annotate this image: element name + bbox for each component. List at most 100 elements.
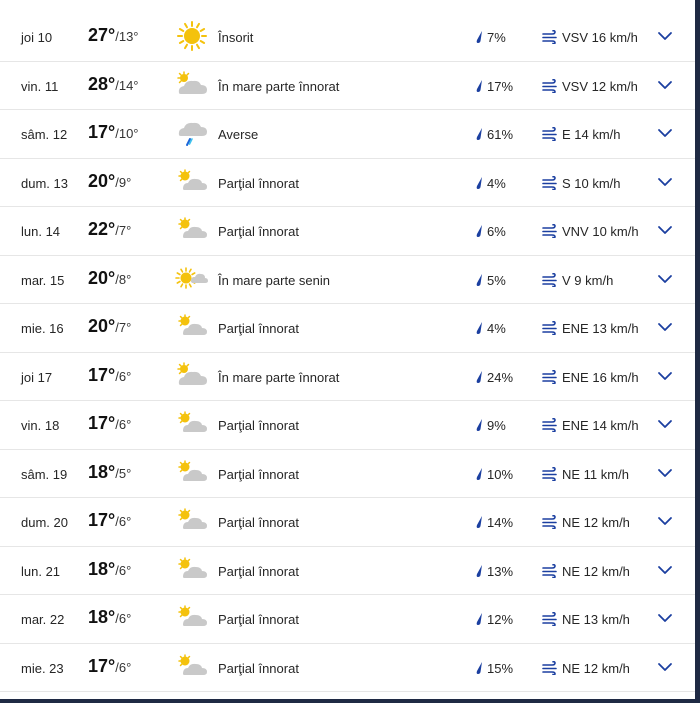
condition-label: În mare parte înnorat	[218, 78, 340, 94]
window-frame-bottom	[0, 699, 700, 703]
high-temp: 17°	[88, 413, 116, 433]
temperature: 17°/6°	[88, 656, 131, 677]
chevron-down-icon[interactable]	[657, 224, 673, 236]
high-temp: 18°	[88, 558, 116, 579]
chevron-down-icon[interactable]	[657, 370, 673, 382]
high-temp: 20°	[88, 316, 116, 336]
forecast-row[interactable]: mie. 23 17°/6° Parţial înnorat 15% NE 12…	[0, 644, 695, 692]
chevron-down-icon[interactable]	[657, 321, 673, 333]
wind-icon	[542, 78, 557, 93]
low-temp: /6°	[115, 368, 132, 384]
precipitation-chance: 4%	[487, 321, 506, 336]
condition-label: Averse	[218, 127, 259, 142]
wind-icon	[542, 127, 557, 141]
condition-label: În mare parte înnorat	[218, 369, 340, 385]
forecast-row[interactable]: lun. 21 18°/6° Parţial înnorat 13% NE 12…	[0, 547, 695, 595]
high-temp: 18°	[88, 607, 116, 627]
forecast-row[interactable]: lun. 14 22°/7° Parţial înnorat 6% VNV 10…	[0, 207, 695, 256]
chevron-down-icon[interactable]	[657, 564, 673, 576]
raindrop-icon	[476, 273, 482, 286]
forecast-row[interactable]: mie. 16 20°/7° Parţial înnorat 4% ENE 13…	[0, 304, 695, 353]
high-temp: 28°	[88, 73, 116, 94]
wind-speed: NE 12 km/h	[562, 515, 630, 530]
day-label: dum. 20	[21, 515, 68, 530]
wind-speed: NE 12 km/h	[562, 563, 630, 579]
forecast-row[interactable]: sâm. 19 18°/5° Parţial înnorat 10% NE 11…	[0, 450, 695, 498]
low-temp: /6°	[115, 514, 132, 529]
temperature: 28°/14°	[88, 74, 139, 95]
raindrop-icon	[476, 419, 482, 431]
day-label: vin. 18	[21, 418, 60, 433]
partly-cloudy-icon	[175, 505, 209, 537]
forecast-row[interactable]: joi 17 17°/6° În mare parte înnorat 24% …	[0, 353, 695, 401]
raindrop-icon	[476, 467, 482, 480]
condition-label: Parţial înnorat	[218, 515, 299, 530]
raindrop-icon	[476, 613, 482, 625]
forecast-row[interactable]: mar. 15 20°/8° În mare parte senin 5% V …	[0, 256, 695, 304]
temperature: 17°/6°	[88, 413, 131, 434]
forecast-row[interactable]: dum. 20 17°/6° Parţial înnorat 14% NE 12…	[0, 498, 695, 547]
daily-forecast-list: joi 10 27°/13° Însorit 7% VSV 16 km/h vi…	[0, 13, 695, 692]
condition-label: Parţial înnorat	[218, 563, 299, 579]
chevron-down-icon[interactable]	[657, 418, 673, 430]
chevron-down-icon[interactable]	[657, 127, 673, 139]
low-temp: /9°	[115, 174, 132, 190]
chevron-down-icon[interactable]	[657, 273, 673, 285]
partly-cloudy-icon	[175, 651, 209, 683]
chevron-down-icon[interactable]	[657, 30, 673, 42]
high-temp: 20°	[88, 170, 116, 191]
precipitation-chance: 14%	[487, 515, 514, 530]
chevron-down-icon[interactable]	[657, 467, 673, 479]
sun-icon	[175, 20, 209, 52]
chevron-down-icon[interactable]	[657, 176, 673, 188]
day-label: mie. 23	[21, 660, 64, 676]
wind-icon	[542, 466, 557, 481]
precipitation-chance: 61%	[487, 127, 514, 142]
high-temp: 20°	[88, 267, 116, 288]
wind-icon	[542, 418, 557, 432]
raindrop-icon	[476, 564, 482, 577]
chevron-down-icon[interactable]	[657, 661, 673, 673]
day-label: vin. 11	[21, 78, 59, 94]
forecast-row[interactable]: vin. 18 17°/6° Parţial înnorat 9% ENE 14…	[0, 401, 695, 450]
precipitation-chance: 15%	[487, 660, 514, 676]
low-temp: /7°	[115, 223, 132, 238]
wind-speed: VSV 16 km/h	[562, 30, 638, 45]
condition-label: Parţial înnorat	[218, 466, 299, 482]
wind-speed: NE 12 km/h	[562, 660, 630, 676]
temperature: 20°/7°	[88, 316, 131, 337]
wind-speed: NE 13 km/h	[562, 612, 630, 627]
chevron-down-icon[interactable]	[657, 612, 673, 624]
high-temp: 17°	[88, 122, 116, 142]
wind-speed: E 14 km/h	[562, 127, 621, 142]
raindrop-icon	[476, 661, 482, 674]
low-temp: /13°	[115, 29, 139, 44]
forecast-row[interactable]: dum. 13 20°/9° Parţial înnorat 4% S 10 k…	[0, 159, 695, 207]
precipitation-chance: 24%	[487, 369, 514, 385]
raindrop-icon	[476, 322, 482, 334]
raindrop-icon	[476, 225, 482, 237]
forecast-row[interactable]: mar. 22 18°/6° Parţial înnorat 12% NE 13…	[0, 595, 695, 644]
chevron-down-icon[interactable]	[657, 79, 673, 91]
low-temp: /6°	[115, 611, 132, 626]
high-temp: 18°	[88, 461, 116, 482]
wind-speed: V 9 km/h	[562, 272, 614, 288]
mostly-sunny-icon	[175, 263, 209, 295]
forecast-row[interactable]: vin. 11 28°/14° În mare parte înnorat 17…	[0, 62, 695, 110]
precipitation-chance: 17%	[487, 78, 514, 94]
high-temp: 17°	[88, 655, 116, 676]
day-label: sâm. 12	[21, 127, 68, 142]
window-frame-right	[695, 0, 700, 703]
mostly-cloudy-icon	[175, 69, 209, 101]
day-label: lun. 21	[21, 563, 61, 579]
raindrop-icon	[476, 31, 482, 43]
forecast-row[interactable]: joi 10 27°/13° Însorit 7% VSV 16 km/h	[0, 13, 695, 62]
wind-icon	[542, 660, 557, 675]
partly-cloudy-icon	[175, 214, 209, 246]
wind-icon	[542, 515, 557, 529]
partly-cloudy-icon	[175, 311, 209, 343]
high-temp: 17°	[88, 510, 116, 530]
forecast-row[interactable]: sâm. 12 17°/10° Averse 61% E 14 km/h	[0, 110, 695, 159]
wind-icon	[542, 224, 557, 238]
chevron-down-icon[interactable]	[657, 515, 673, 527]
